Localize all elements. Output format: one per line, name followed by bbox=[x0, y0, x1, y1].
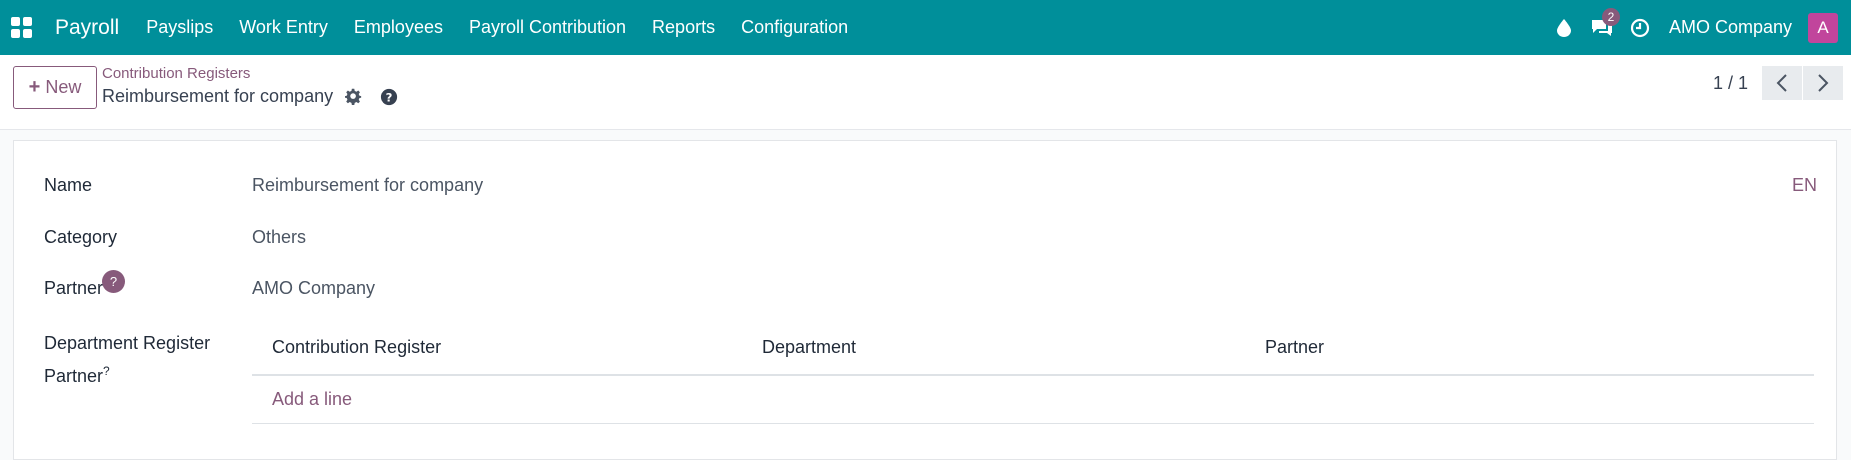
partner-field[interactable]: AMO Company bbox=[252, 278, 375, 299]
record-title: Reimbursement for company bbox=[102, 86, 334, 106]
navbar-systray: 2 AMO Company A bbox=[1545, 0, 1851, 55]
language-button[interactable]: EN bbox=[1792, 175, 1817, 196]
partner-help-icon[interactable]: ? bbox=[102, 270, 126, 293]
chevron-right-icon bbox=[1818, 74, 1829, 92]
name-label: Name bbox=[44, 175, 93, 195]
dept-label-line2: Partner bbox=[44, 366, 104, 386]
control-panel: + New Contribution Registers Reimburseme… bbox=[0, 55, 1851, 130]
column-contribution-register[interactable]: Contribution Register bbox=[252, 337, 742, 358]
messages-count-badge: 2 bbox=[1601, 8, 1620, 26]
svg-text:?: ? bbox=[386, 90, 393, 104]
partner-label: Partner bbox=[44, 278, 104, 298]
category-label: Category bbox=[44, 227, 118, 247]
column-department[interactable]: Department bbox=[742, 337, 1245, 358]
help-icon[interactable]: ? bbox=[380, 88, 398, 106]
department-register-table: Contribution Register Department Partner… bbox=[252, 321, 1814, 424]
menu-item-payslips[interactable]: Payslips bbox=[133, 0, 226, 55]
main-menu: Payslips Work Entry Employees Payroll Co… bbox=[133, 0, 861, 55]
app-name[interactable]: Payroll bbox=[55, 16, 119, 40]
chevron-left-icon bbox=[1776, 74, 1787, 92]
messages-icon[interactable]: 2 bbox=[1583, 0, 1621, 55]
dept-help-tooltip[interactable]: ? bbox=[103, 364, 110, 378]
apps-menu-icon[interactable] bbox=[11, 16, 33, 39]
pager-next-button[interactable] bbox=[1803, 66, 1843, 100]
user-avatar[interactable]: A bbox=[1808, 12, 1838, 43]
new-button[interactable]: + New bbox=[13, 66, 97, 109]
name-field[interactable]: Reimbursement for company bbox=[252, 175, 483, 196]
pager: 1 / 1 bbox=[1713, 66, 1843, 100]
table-header: Contribution Register Department Partner bbox=[252, 321, 1814, 376]
menu-item-payroll-contribution[interactable]: Payroll Contribution bbox=[456, 0, 639, 55]
menu-item-employees[interactable]: Employees bbox=[341, 0, 456, 55]
menu-item-configuration[interactable]: Configuration bbox=[728, 0, 861, 55]
menu-item-reports[interactable]: Reports bbox=[639, 0, 728, 55]
category-field[interactable]: Others bbox=[252, 227, 306, 248]
gear-icon[interactable] bbox=[345, 88, 362, 105]
drop-icon[interactable] bbox=[1545, 0, 1583, 55]
company-switcher[interactable]: AMO Company bbox=[1669, 17, 1792, 38]
clock-icon[interactable] bbox=[1621, 0, 1659, 55]
column-partner[interactable]: Partner bbox=[1245, 337, 1324, 358]
pager-previous-button[interactable] bbox=[1762, 66, 1802, 100]
menu-item-work-entry[interactable]: Work Entry bbox=[226, 0, 341, 55]
form-sheet: Name Reimbursement for company EN Catego… bbox=[13, 140, 1837, 460]
pager-value[interactable]: 1 / 1 bbox=[1713, 73, 1748, 94]
breadcrumb-current: Reimbursement for company ? bbox=[102, 86, 398, 107]
breadcrumb-contribution-registers[interactable]: Contribution Registers bbox=[102, 65, 250, 82]
dept-label-line1: Department Register bbox=[44, 333, 211, 353]
new-button-label: New bbox=[45, 77, 82, 97]
department-register-partner-label: Department Register Partner? bbox=[44, 329, 210, 390]
plus-icon: + bbox=[28, 76, 41, 98]
top-navbar: Payroll Payslips Work Entry Employees Pa… bbox=[0, 0, 1851, 55]
add-line-link[interactable]: Add a line bbox=[252, 376, 1814, 424]
partner-label-wrap: Partner? bbox=[44, 270, 126, 301]
